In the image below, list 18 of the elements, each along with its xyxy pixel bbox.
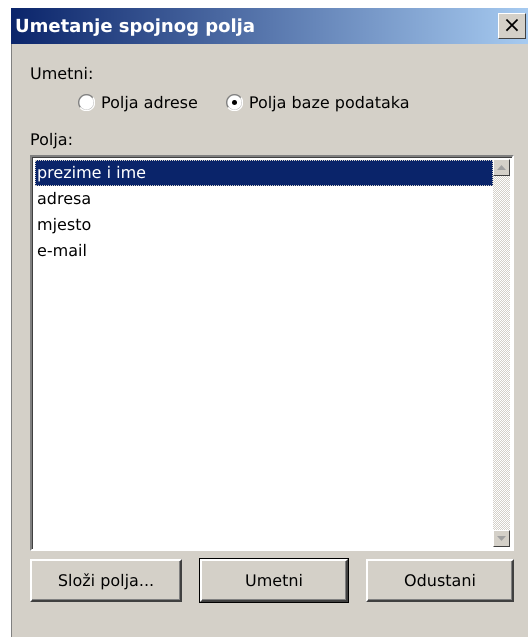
- dialog-button[interactable]: Složi polja...: [30, 559, 182, 602]
- dialog-button[interactable]: Odustani: [366, 559, 514, 602]
- dialog-button[interactable]: Umetni: [200, 559, 348, 602]
- group-label: Umetni:: [30, 64, 94, 83]
- scrollbar[interactable]: [493, 159, 510, 547]
- list-item[interactable]: prezime i ime: [35, 160, 493, 186]
- list-item[interactable]: e-mail: [35, 238, 493, 264]
- list-label: Polja:: [30, 130, 74, 149]
- radio-label[interactable]: Polja adrese: [101, 93, 198, 112]
- close-button[interactable]: ×: [498, 13, 526, 39]
- down-arrow-icon: [497, 536, 506, 541]
- list-item[interactable]: mjesto: [35, 212, 493, 238]
- window-title: Umetanje spojnog polja: [15, 16, 255, 36]
- list-item[interactable]: adresa: [35, 186, 493, 212]
- radio-button[interactable]: [78, 94, 95, 111]
- radio-label[interactable]: Polja baze podataka: [248, 93, 410, 112]
- up-arrow-icon: [497, 165, 506, 170]
- radio-button[interactable]: [226, 94, 243, 111]
